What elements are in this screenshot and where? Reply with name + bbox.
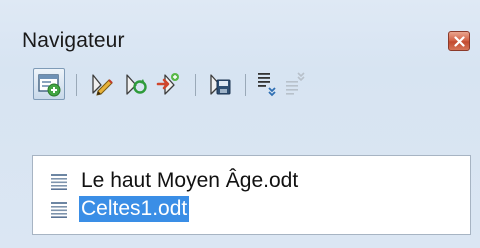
toolbar-separator xyxy=(195,74,196,96)
toggle-content-view-button[interactable] xyxy=(33,68,65,100)
toolbar-separator xyxy=(245,74,246,96)
toggle-content-view-icon xyxy=(38,74,61,97)
window-title: Navigateur xyxy=(22,29,125,52)
toolbar-separator xyxy=(76,74,77,96)
save-as-button[interactable] xyxy=(203,68,235,100)
title-bar: Navigateur xyxy=(0,0,480,52)
demote-level-button[interactable] xyxy=(281,68,313,100)
insert-icon xyxy=(156,73,179,95)
demote-level-icon xyxy=(286,72,305,95)
close-icon xyxy=(454,36,465,47)
edit-button[interactable] xyxy=(85,68,117,100)
navigator-window: Navigateur Le haut Moyen Âge.odt Celtes1… xyxy=(0,0,480,248)
document-name: Le haut Moyen Âge.odt xyxy=(81,169,299,192)
close-button[interactable] xyxy=(448,31,470,51)
navigator-toolbar xyxy=(33,68,473,102)
document-list: Le haut Moyen Âge.odt Celtes1.odt xyxy=(32,155,471,235)
insert-button[interactable] xyxy=(153,68,185,100)
update-icon xyxy=(126,74,147,95)
document-name: Celtes1.odt xyxy=(79,196,190,222)
text-document-icon xyxy=(51,174,67,190)
save-as-icon xyxy=(210,74,231,95)
promote-level-icon xyxy=(258,73,276,97)
update-button[interactable] xyxy=(119,68,151,100)
text-document-icon xyxy=(51,202,67,218)
edit-icon xyxy=(92,74,113,96)
